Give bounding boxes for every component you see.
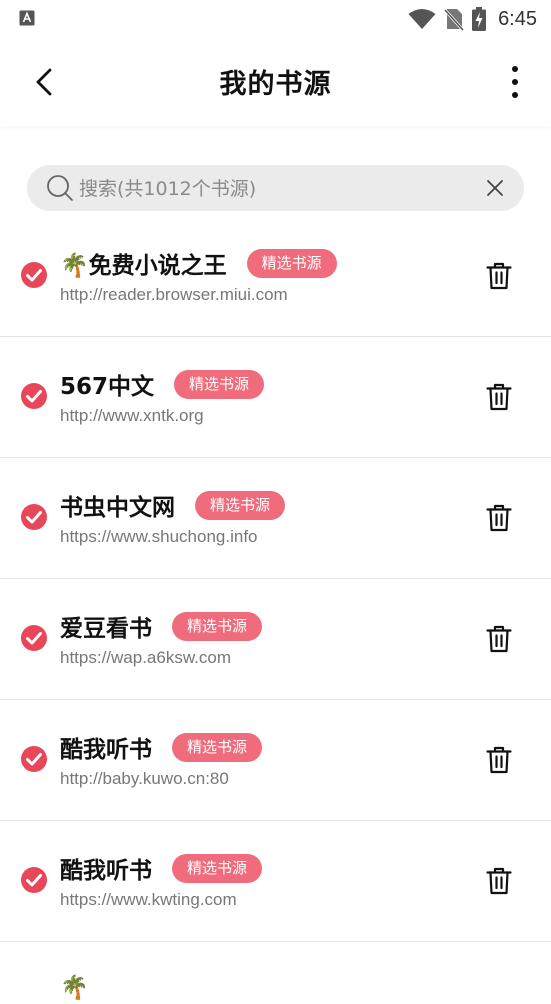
source-row[interactable]: 567中文 精选书源 http://www.xntk.org xyxy=(0,337,551,458)
checked-icon[interactable] xyxy=(20,382,48,410)
checked-icon[interactable] xyxy=(20,503,48,531)
featured-tag: 精选书源 xyxy=(246,248,337,278)
checked-icon[interactable] xyxy=(20,624,48,652)
trash-icon xyxy=(486,867,512,895)
no-sim-icon xyxy=(444,8,465,31)
source-name: 🌴免费小说之王 xyxy=(60,253,227,279)
source-name: 🌴 xyxy=(60,974,89,1001)
source-name: 酷我听书 xyxy=(60,858,152,884)
trash-icon xyxy=(486,746,512,774)
source-row[interactable]: 🌴 xyxy=(0,942,551,1002)
source-url: http://baby.kuwo.cn:80 xyxy=(60,769,229,788)
page-title: 我的书源 xyxy=(219,69,332,100)
wifi-icon xyxy=(408,9,436,29)
source-name-line: 书虫中文网 精选书源 xyxy=(60,488,286,522)
source-url: https://www.shuchong.info xyxy=(60,527,258,546)
featured-tag: 精选书源 xyxy=(172,853,263,883)
source-list: 🌴免费小说之王 精选书源 http://reader.browser.miui.… xyxy=(0,216,551,1002)
source-name-line: 🌴 xyxy=(60,970,89,1004)
delete-button[interactable] xyxy=(485,745,513,775)
more-options-button[interactable] xyxy=(509,64,521,100)
source-name: 爱豆看书 xyxy=(60,616,152,642)
delete-button[interactable] xyxy=(485,261,513,291)
delete-button[interactable] xyxy=(485,382,513,412)
featured-tag: 精选书源 xyxy=(174,369,265,399)
status-icons: 6:45 xyxy=(408,6,537,32)
app-header: 我的书源 xyxy=(0,38,551,126)
source-url: https://www.kwting.com xyxy=(60,890,237,909)
delete-button[interactable] xyxy=(485,866,513,896)
trash-icon xyxy=(486,262,512,290)
source-url: http://www.xntk.org xyxy=(60,406,204,425)
status-time: 6:45 xyxy=(498,7,537,30)
source-url: http://reader.browser.miui.com xyxy=(60,285,288,304)
checked-icon[interactable] xyxy=(20,745,48,773)
featured-tag: 精选书源 xyxy=(172,732,263,762)
source-name-line: 酷我听书 精选书源 xyxy=(60,730,263,764)
source-row[interactable]: 🌴免费小说之王 精选书源 http://reader.browser.miui.… xyxy=(0,216,551,337)
source-name-line: 酷我听书 精选书源 xyxy=(60,851,263,885)
checked-icon[interactable] xyxy=(20,866,48,894)
search-icon xyxy=(47,175,73,201)
source-name: 书虫中文网 xyxy=(60,495,175,521)
featured-tag: 精选书源 xyxy=(195,490,286,520)
source-row[interactable]: 爱豆看书 精选书源 https://wap.a6ksw.com xyxy=(0,579,551,700)
trash-icon xyxy=(486,625,512,653)
checked-icon[interactable] xyxy=(20,261,48,289)
search-bar xyxy=(27,165,524,213)
battery-charging-icon xyxy=(472,7,487,31)
trash-icon xyxy=(486,383,512,411)
trash-icon xyxy=(486,504,512,532)
clear-search-button[interactable] xyxy=(485,178,505,198)
source-name: 567中文 xyxy=(60,374,155,400)
close-icon xyxy=(487,180,503,196)
app-a-icon xyxy=(19,10,35,26)
source-name-line: 爱豆看书 精选书源 xyxy=(60,609,263,643)
source-url: https://wap.a6ksw.com xyxy=(60,648,232,667)
search-input[interactable] xyxy=(77,165,481,213)
featured-tag: 精选书源 xyxy=(172,611,263,641)
source-row[interactable]: 酷我听书 精选书源 https://www.kwting.com xyxy=(0,821,551,942)
delete-button[interactable] xyxy=(485,624,513,654)
status-bar: 6:45 xyxy=(0,0,551,38)
delete-button[interactable] xyxy=(485,503,513,533)
more-vertical-icon xyxy=(512,66,518,98)
source-name: 酷我听书 xyxy=(60,737,152,763)
source-name-line: 567中文 精选书源 xyxy=(60,367,265,401)
source-name-line: 🌴免费小说之王 精选书源 xyxy=(60,246,337,280)
source-row[interactable]: 酷我听书 精选书源 http://baby.kuwo.cn:80 xyxy=(0,700,551,821)
source-row[interactable]: 书虫中文网 精选书源 https://www.shuchong.info xyxy=(0,458,551,579)
